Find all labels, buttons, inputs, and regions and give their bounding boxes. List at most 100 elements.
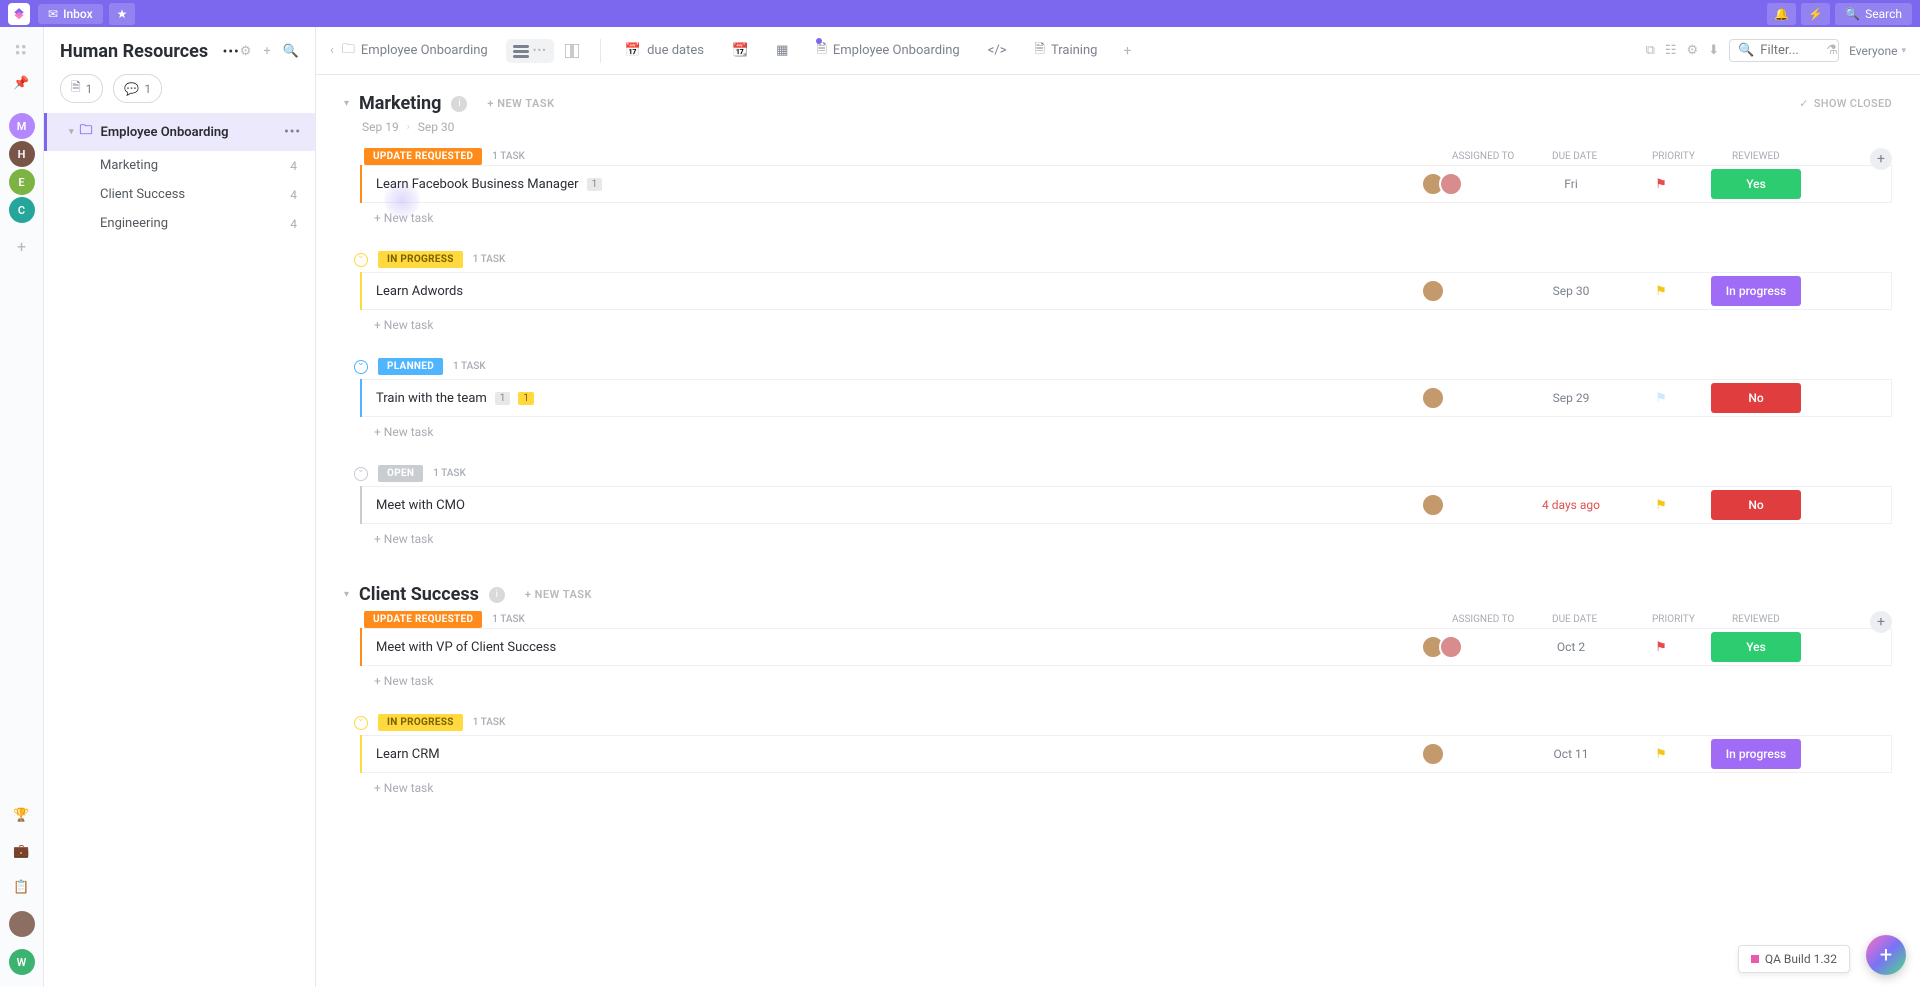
add-column-button[interactable]: + <box>1870 611 1892 633</box>
gear-icon[interactable]: ⚙ <box>240 44 252 59</box>
sidebar-folder-employee-onboarding[interactable]: ▾ 🗀 Employee Onboarding ••• <box>44 113 315 151</box>
pin-icon[interactable]: 📌 <box>10 71 34 95</box>
status-badge[interactable]: UPDATE REQUESTED <box>364 611 482 628</box>
space-avatar[interactable]: C <box>9 197 35 223</box>
search-button[interactable]: 🔍 Search <box>1835 3 1912 25</box>
add-task-inline[interactable]: + New task <box>360 310 1892 340</box>
add-task-inline[interactable]: + New task <box>360 417 1892 447</box>
view-tab[interactable]: 🗎Employee Onboarding <box>806 40 969 62</box>
assignee-avatar[interactable] <box>1421 493 1445 517</box>
task-row[interactable]: Meet with CMO 4 days ago ⚑ No <box>362 486 1892 524</box>
status-badge[interactable]: IN PROGRESS <box>378 714 463 731</box>
reviewed-badge[interactable]: No <box>1711 383 1801 413</box>
space-avatar[interactable]: H <box>9 141 35 167</box>
docs-pill[interactable]: 🗎 1 <box>60 74 103 103</box>
bolt-icon[interactable]: ⚡ <box>1801 3 1830 25</box>
status-badge[interactable]: OPEN <box>378 465 423 482</box>
priority-flag-icon[interactable]: ⚑ <box>1655 498 1667 513</box>
task-row[interactable]: Train with the team11 Sep 29 ⚑ No <box>362 379 1892 417</box>
assignee-avatar[interactable] <box>1439 172 1463 196</box>
priority-flag-icon[interactable]: ⚑ <box>1655 747 1667 762</box>
favorites-button[interactable]: ★ <box>109 3 136 25</box>
task-row[interactable]: Learn Adwords Sep 30 ⚑ In progress <box>362 272 1892 310</box>
user-avatar-2[interactable]: W <box>9 949 35 975</box>
space-avatar[interactable]: M <box>9 113 35 139</box>
filter-input-wrap[interactable]: 🔍 ⚗ <box>1729 39 1839 62</box>
add-task-inline[interactable]: + New task <box>360 203 1892 233</box>
assignee-avatar[interactable] <box>1421 386 1445 410</box>
download-icon[interactable]: ⬇ <box>1708 43 1719 58</box>
apps-icon[interactable] <box>10 39 34 63</box>
task-row[interactable]: Learn CRM Oct 11 ⚑ In progress <box>362 735 1892 773</box>
board-view-button[interactable] <box>558 39 586 63</box>
list-view-button[interactable]: ••• <box>506 39 554 63</box>
status-toggle-icon[interactable] <box>354 716 368 730</box>
priority-flag-icon[interactable]: ⚑ <box>1655 177 1667 192</box>
sidebar-search-icon[interactable]: 🔍 <box>283 44 299 59</box>
quick-create-button[interactable]: + <box>1866 935 1906 975</box>
comments-pill[interactable]: 💬 1 <box>113 74 162 103</box>
space-avatar[interactable]: E <box>9 169 35 195</box>
due-date[interactable]: Oct 11 <box>1521 747 1621 761</box>
columns-icon[interactable]: ☷ <box>1665 43 1677 58</box>
due-date[interactable]: Sep 29 <box>1521 391 1621 405</box>
assignee-avatar[interactable] <box>1421 742 1445 766</box>
new-task-button[interactable]: + NEW TASK <box>487 97 554 110</box>
due-date[interactable]: Oct 2 <box>1521 640 1621 654</box>
due-date[interactable]: Sep 30 <box>1521 284 1621 298</box>
reviewed-badge[interactable]: Yes <box>1711 169 1801 199</box>
grid-tab[interactable]: ▦ <box>766 43 798 58</box>
filter-input[interactable] <box>1760 43 1820 58</box>
add-view-button[interactable]: + <box>1115 43 1139 59</box>
reviewed-badge[interactable]: Yes <box>1711 632 1801 662</box>
info-icon[interactable]: i <box>451 96 467 112</box>
add-column-button[interactable]: + <box>1870 148 1892 170</box>
clipboard-icon[interactable]: 📋 <box>10 875 34 899</box>
group-collapse-icon[interactable]: ▾ <box>344 589 349 600</box>
add-task-inline[interactable]: + New task <box>360 524 1892 554</box>
breadcrumb[interactable]: 🗀 Employee Onboarding <box>342 40 488 62</box>
add-space-button[interactable]: + <box>17 237 26 256</box>
task-row[interactable]: Meet with VP of Client Success Oct 2 ⚑ Y… <box>362 628 1892 666</box>
info-icon[interactable]: i <box>489 587 505 603</box>
folder-menu-icon[interactable]: ••• <box>284 125 301 140</box>
priority-flag-icon[interactable]: ⚑ <box>1655 640 1667 655</box>
due-date[interactable]: Fri <box>1521 177 1621 191</box>
status-badge[interactable]: PLANNED <box>378 358 443 375</box>
briefcase-icon[interactable]: 💼 <box>10 839 34 863</box>
assignee-filter[interactable]: Everyone ▾ <box>1849 44 1906 58</box>
add-task-inline[interactable]: + New task <box>360 666 1892 696</box>
new-task-button[interactable]: + NEW TASK <box>525 588 592 601</box>
reviewed-badge[interactable]: In progress <box>1711 276 1801 306</box>
priority-flag-icon[interactable]: ⚑ <box>1655 391 1667 406</box>
assignee-avatar[interactable] <box>1421 279 1445 303</box>
notifications-icon[interactable]: 🔔 <box>1767 3 1796 25</box>
add-task-inline[interactable]: + New task <box>360 773 1892 803</box>
sidebar-list-item[interactable]: Marketing4 <box>44 151 315 180</box>
due-dates-tab[interactable]: 📅 due dates <box>615 43 714 58</box>
status-toggle-icon[interactable] <box>354 253 368 267</box>
sidebar-list-item[interactable]: Engineering4 <box>44 209 315 238</box>
inbox-button[interactable]: ✉ Inbox <box>38 4 103 24</box>
reviewed-badge[interactable]: No <box>1711 490 1801 520</box>
show-closed-button[interactable]: ✓SHOW CLOSED <box>1799 97 1892 110</box>
reviewed-badge[interactable]: In progress <box>1711 739 1801 769</box>
user-avatar-1[interactable] <box>9 911 35 937</box>
task-row[interactable]: Learn Facebook Business Manager1 Fri ⚑ Y… <box>362 165 1892 203</box>
add-icon[interactable]: + <box>263 44 270 59</box>
embed-tab[interactable]: </> <box>978 43 1017 58</box>
app-logo[interactable] <box>8 3 30 25</box>
status-toggle-icon[interactable] <box>354 360 368 374</box>
status-badge[interactable]: UPDATE REQUESTED <box>364 148 482 165</box>
status-badge[interactable]: IN PROGRESS <box>378 251 463 268</box>
sidebar-list-item[interactable]: Client Success4 <box>44 180 315 209</box>
assignee-avatar[interactable] <box>1439 635 1463 659</box>
nav-back-icon[interactable]: ‹ <box>330 43 334 58</box>
due-date[interactable]: 4 days ago <box>1521 498 1621 512</box>
space-menu-icon[interactable]: ••• <box>223 44 240 60</box>
group-collapse-icon[interactable]: ▾ <box>344 98 349 109</box>
view-options-icon[interactable]: ••• <box>533 44 547 57</box>
view-tab[interactable]: 🗎Training <box>1025 40 1108 62</box>
copy-icon[interactable]: ⧉ <box>1646 43 1655 58</box>
trophy-icon[interactable]: 🏆 <box>10 803 34 827</box>
